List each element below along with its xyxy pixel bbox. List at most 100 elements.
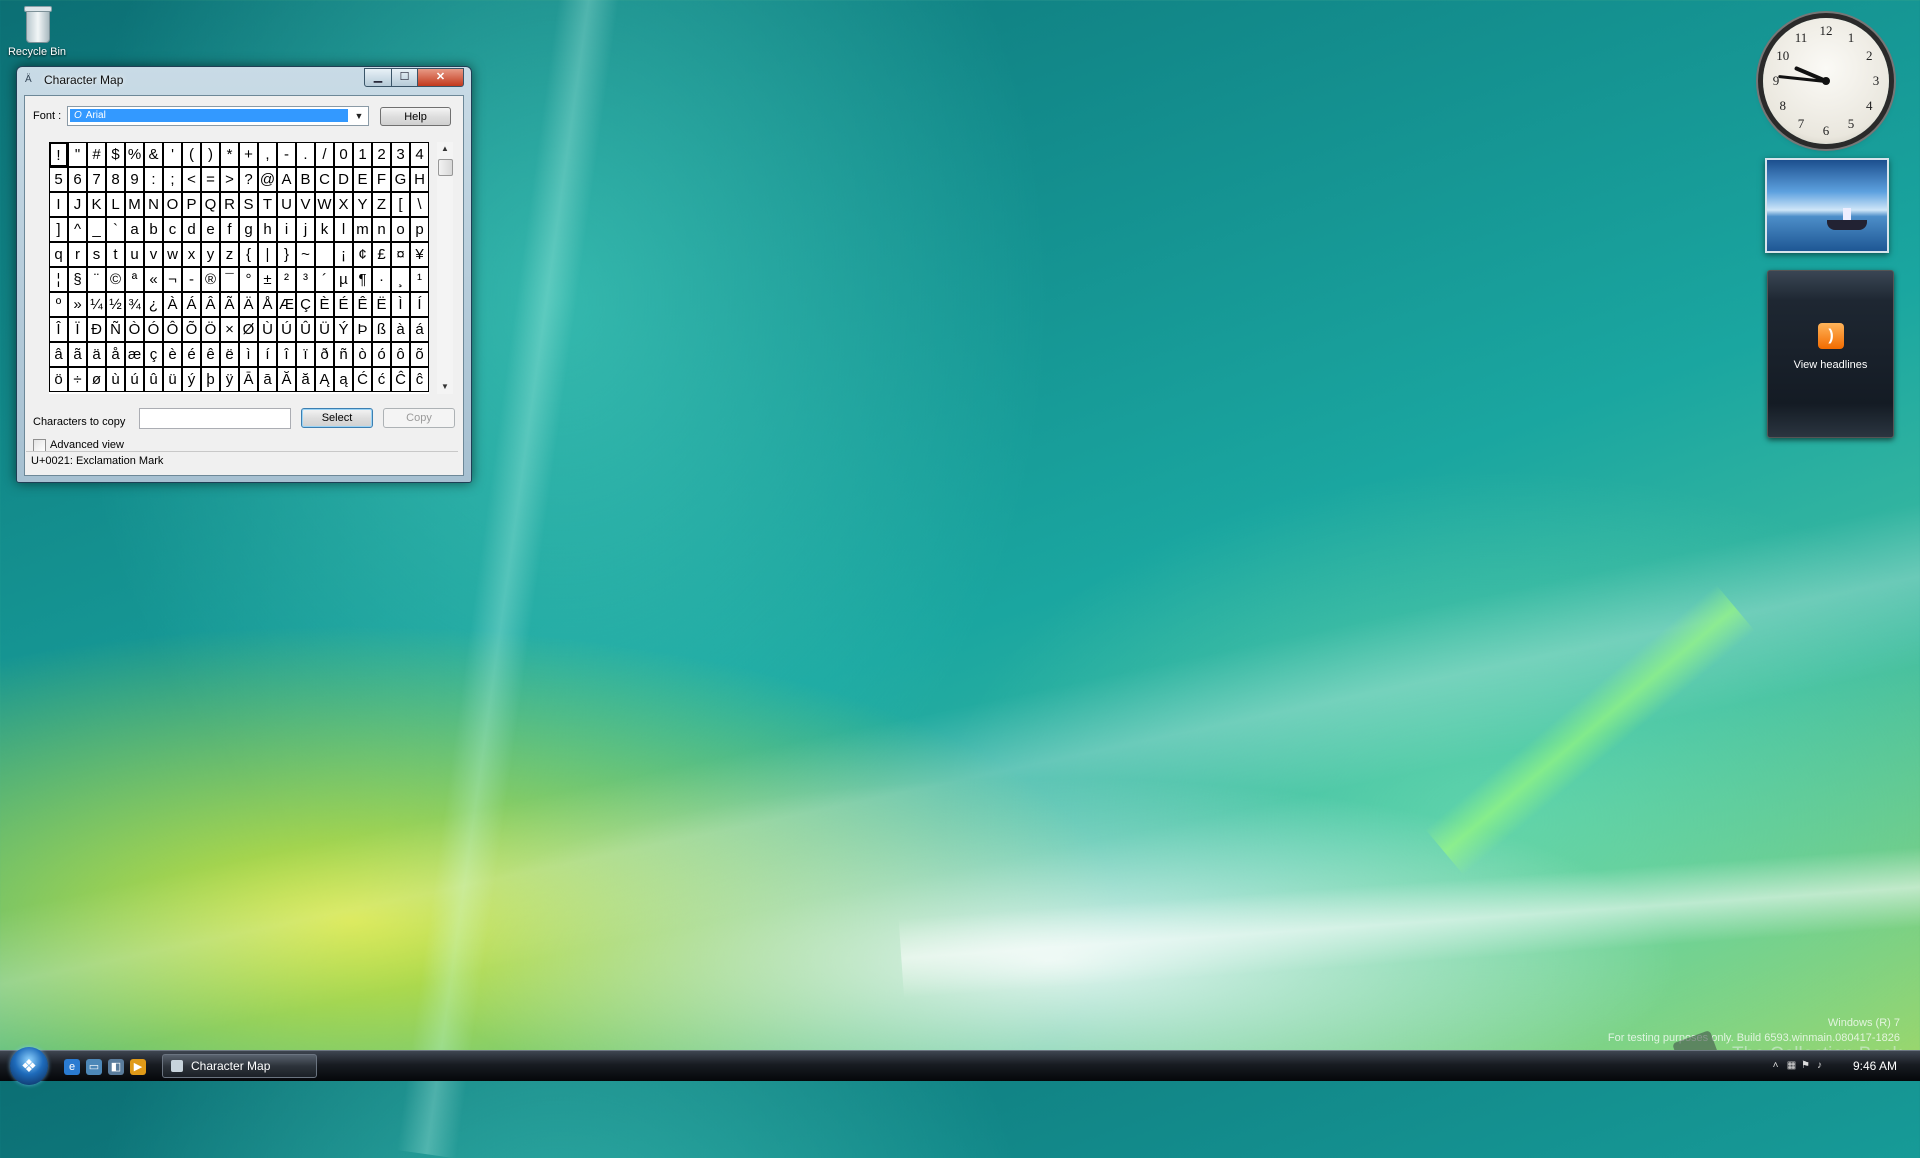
char-cell[interactable]: 3 [391, 142, 410, 167]
char-cell[interactable]: ² [277, 267, 296, 292]
char-cell[interactable]: $ [106, 142, 125, 167]
char-cell[interactable]: > [220, 167, 239, 192]
char-cell[interactable]: ç [144, 342, 163, 367]
char-cell[interactable]: F [372, 167, 391, 192]
char-cell[interactable]: ± [258, 267, 277, 292]
char-cell[interactable]: ¾ [125, 292, 144, 317]
char-cell[interactable]: j [296, 217, 315, 242]
char-cell[interactable]: ³ [296, 267, 315, 292]
char-cell[interactable]: X [334, 192, 353, 217]
char-cell[interactable]: Â [201, 292, 220, 317]
char-cell[interactable]: h [258, 217, 277, 242]
char-cell[interactable]: a [125, 217, 144, 242]
char-cell[interactable]: : [144, 167, 163, 192]
char-cell[interactable]: ( [182, 142, 201, 167]
chevron-down-icon[interactable]: ▼ [352, 110, 366, 122]
char-cell[interactable]: N [144, 192, 163, 217]
char-cell[interactable]: å [106, 342, 125, 367]
char-cell[interactable]: » [68, 292, 87, 317]
char-cell[interactable]: " [68, 142, 87, 167]
char-cell[interactable]: 1 [353, 142, 372, 167]
char-cell[interactable]: & [144, 142, 163, 167]
char-cell[interactable]: ½ [106, 292, 125, 317]
char-cell[interactable]: « [144, 267, 163, 292]
char-cell[interactable]: ® [201, 267, 220, 292]
char-cell[interactable]: · [372, 267, 391, 292]
char-cell[interactable]: U [277, 192, 296, 217]
char-cell[interactable]: q [49, 242, 68, 267]
char-cell[interactable]: @ [258, 167, 277, 192]
char-cell[interactable]: R [220, 192, 239, 217]
switch-windows-icon[interactable]: ◧ [108, 1059, 124, 1075]
char-cell[interactable]: ¶ [353, 267, 372, 292]
char-cell[interactable]: , [258, 142, 277, 167]
network-icon[interactable]: ▦ [1786, 1060, 1797, 1071]
char-cell[interactable]: W [315, 192, 334, 217]
char-cell[interactable]: ¬ [163, 267, 182, 292]
char-cell[interactable]: ¼ [87, 292, 106, 317]
char-cell[interactable]: Ë [372, 292, 391, 317]
char-cell[interactable]: ë [220, 342, 239, 367]
char-cell[interactable]: ñ [334, 342, 353, 367]
char-cell[interactable]: r [68, 242, 87, 267]
char-cell[interactable]: L [106, 192, 125, 217]
char-cell[interactable]: è [163, 342, 182, 367]
char-cell[interactable]: 8 [106, 167, 125, 192]
char-cell[interactable]: D [334, 167, 353, 192]
char-cell[interactable]: É [334, 292, 353, 317]
char-cell[interactable]: P [182, 192, 201, 217]
char-cell[interactable]: ā [258, 367, 277, 392]
char-cell[interactable]: Û [296, 317, 315, 342]
char-cell[interactable]: ! [49, 142, 68, 167]
char-cell[interactable]: x [182, 242, 201, 267]
taskbar-button-character-map[interactable]: Character Map [162, 1054, 317, 1078]
char-cell[interactable]: ð [315, 342, 334, 367]
char-cell[interactable]: f [220, 217, 239, 242]
char-cell[interactable]: A [277, 167, 296, 192]
char-cell[interactable]: ' [163, 142, 182, 167]
char-cell[interactable]: Q [201, 192, 220, 217]
select-button[interactable]: Select [301, 408, 373, 428]
char-cell[interactable]: Ä [239, 292, 258, 317]
char-cell[interactable]: é [182, 342, 201, 367]
char-cell[interactable]: Ô [163, 317, 182, 342]
char-cell[interactable]: ¸ [391, 267, 410, 292]
char-cell[interactable]: I [49, 192, 68, 217]
char-cell[interactable]: ¡ [334, 242, 353, 267]
char-cell[interactable]: # [87, 142, 106, 167]
char-cell[interactable]: o [391, 217, 410, 242]
char-cell[interactable]: Ç [296, 292, 315, 317]
scroll-down-icon[interactable]: ▼ [437, 380, 453, 394]
char-cell[interactable]: ò [353, 342, 372, 367]
grid-scrollbar[interactable]: ▲ ▼ [437, 142, 453, 394]
char-cell[interactable]: 2 [372, 142, 391, 167]
char-cell[interactable]: - [182, 267, 201, 292]
font-dropdown[interactable]: O Arial ▼ [67, 106, 369, 126]
taskbar-clock[interactable]: 9:46 AM [1853, 1059, 1897, 1073]
char-cell[interactable]: Æ [277, 292, 296, 317]
char-cell[interactable]: p [410, 217, 429, 242]
char-cell[interactable]: ÿ [220, 367, 239, 392]
char-cell[interactable]: ¤ [391, 242, 410, 267]
char-cell[interactable]: Þ [353, 317, 372, 342]
char-cell[interactable]: Ü [315, 317, 334, 342]
char-cell[interactable]: Ą [315, 367, 334, 392]
char-cell[interactable]: k [315, 217, 334, 242]
chars-to-copy-input[interactable] [139, 408, 291, 429]
char-cell[interactable]: 9 [125, 167, 144, 192]
char-cell[interactable]: © [106, 267, 125, 292]
char-cell[interactable]: õ [410, 342, 429, 367]
char-cell[interactable]: 6 [68, 167, 87, 192]
char-cell[interactable]: 4 [410, 142, 429, 167]
char-cell[interactable]: v [144, 242, 163, 267]
char-cell[interactable]: y [201, 242, 220, 267]
char-cell[interactable]: < [182, 167, 201, 192]
char-cell[interactable]: Ø [239, 317, 258, 342]
char-cell[interactable]: º [49, 292, 68, 317]
char-cell[interactable]: ú [125, 367, 144, 392]
char-cell[interactable]: s [87, 242, 106, 267]
char-cell[interactable]: Ì [391, 292, 410, 317]
action-center-icon[interactable]: ⚑ [1800, 1060, 1811, 1071]
char-cell[interactable]: £ [372, 242, 391, 267]
char-cell[interactable]: d [182, 217, 201, 242]
